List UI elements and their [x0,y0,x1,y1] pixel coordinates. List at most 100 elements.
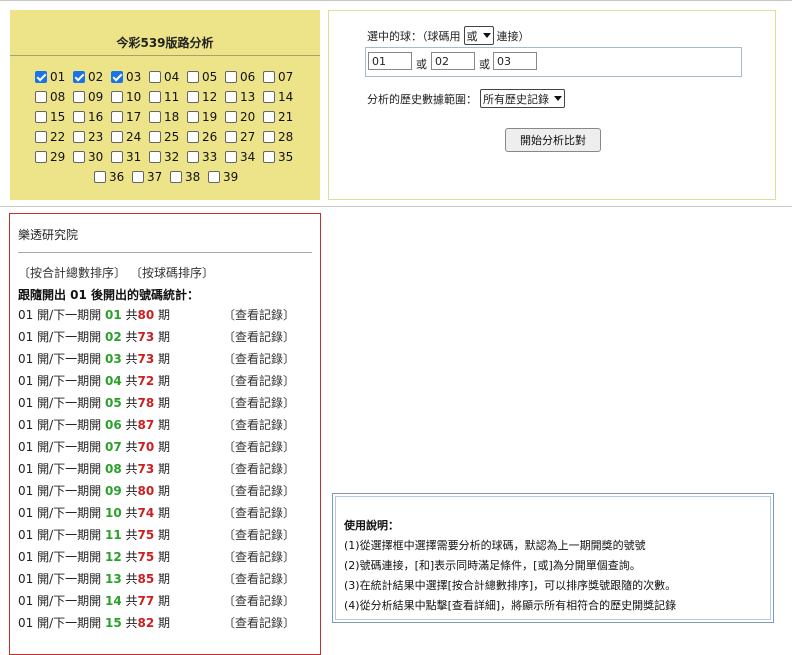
number-checkbox-30[interactable]: 30 [73,150,111,164]
ball-input-2[interactable]: 02 [431,52,475,70]
number-checkbox-20[interactable]: 20 [225,110,263,124]
view-records-link[interactable]: 〔查看記錄〕 [223,306,295,323]
number-checkbox-37[interactable]: 37 [132,170,170,184]
checkbox-unchecked[interactable] [208,171,220,183]
number-checkbox-38[interactable]: 38 [170,170,208,184]
checkbox-unchecked[interactable] [35,111,47,123]
checkbox-unchecked[interactable] [111,131,123,143]
number-checkbox-21[interactable]: 21 [263,110,301,124]
checkbox-unchecked[interactable] [35,91,47,103]
view-records-link[interactable]: 〔查看記錄〕 [223,328,295,345]
view-records-link[interactable]: 〔查看記錄〕 [223,350,295,367]
checkbox-unchecked[interactable] [149,91,161,103]
number-checkbox-22[interactable]: 22 [35,130,73,144]
view-records-link[interactable]: 〔查看記錄〕 [223,614,295,631]
number-checkbox-12[interactable]: 12 [187,90,225,104]
checkbox-unchecked[interactable] [149,71,161,83]
number-checkbox-28[interactable]: 28 [263,130,301,144]
sort-by-number-link[interactable]: 〔按球碼排序〕 [136,266,214,280]
view-records-link[interactable]: 〔查看記錄〕 [223,592,295,609]
checkbox-unchecked[interactable] [263,111,275,123]
number-checkbox-07[interactable]: 07 [263,70,301,84]
number-checkbox-02[interactable]: 02 [73,70,111,84]
view-records-link[interactable]: 〔查看記錄〕 [223,504,295,521]
checkbox-unchecked[interactable] [149,131,161,143]
number-checkbox-39[interactable]: 39 [208,170,246,184]
checkbox-unchecked[interactable] [111,111,123,123]
number-checkbox-24[interactable]: 24 [111,130,149,144]
number-checkbox-11[interactable]: 11 [149,90,187,104]
number-checkbox-15[interactable]: 15 [35,110,73,124]
checkbox-unchecked[interactable] [187,151,199,163]
number-checkbox-10[interactable]: 10 [111,90,149,104]
connector-select[interactable]: 或 [463,26,494,45]
checkbox-unchecked[interactable] [73,131,85,143]
number-checkbox-09[interactable]: 09 [73,90,111,104]
checkbox-unchecked[interactable] [111,91,123,103]
checkbox-unchecked[interactable] [263,71,275,83]
checkbox-unchecked[interactable] [111,151,123,163]
checkbox-unchecked[interactable] [73,111,85,123]
checkbox-checked[interactable] [111,71,123,83]
view-records-link[interactable]: 〔查看記錄〕 [223,394,295,411]
number-checkbox-16[interactable]: 16 [73,110,111,124]
number-checkbox-06[interactable]: 06 [225,70,263,84]
number-checkbox-04[interactable]: 04 [149,70,187,84]
number-checkbox-08[interactable]: 08 [35,90,73,104]
number-checkbox-35[interactable]: 35 [263,150,301,164]
number-checkbox-03[interactable]: 03 [111,70,149,84]
number-checkbox-33[interactable]: 33 [187,150,225,164]
number-checkbox-29[interactable]: 29 [35,150,73,164]
number-checkbox-36[interactable]: 36 [94,170,132,184]
checkbox-unchecked[interactable] [225,91,237,103]
checkbox-unchecked[interactable] [187,71,199,83]
number-checkbox-25[interactable]: 25 [149,130,187,144]
checkbox-unchecked[interactable] [225,131,237,143]
checkbox-unchecked[interactable] [263,91,275,103]
checkbox-unchecked[interactable] [73,151,85,163]
checkbox-unchecked[interactable] [149,151,161,163]
checkbox-unchecked[interactable] [187,131,199,143]
ball-input-3[interactable]: 03 [493,52,537,70]
ball-input-1[interactable]: 01 [368,52,412,70]
number-checkbox-13[interactable]: 13 [225,90,263,104]
checkbox-unchecked[interactable] [263,131,275,143]
checkbox-checked[interactable] [73,71,85,83]
checkbox-unchecked[interactable] [94,171,106,183]
checkbox-unchecked[interactable] [35,131,47,143]
number-checkbox-01[interactable]: 01 [35,70,73,84]
view-records-link[interactable]: 〔查看記錄〕 [223,548,295,565]
sort-by-total-link[interactable]: 〔按合計總數排序〕 [18,266,126,280]
number-checkbox-17[interactable]: 17 [111,110,149,124]
view-records-link[interactable]: 〔查看記錄〕 [223,460,295,477]
view-records-link[interactable]: 〔查看記錄〕 [223,438,295,455]
checkbox-checked[interactable] [35,71,47,83]
checkbox-unchecked[interactable] [263,151,275,163]
checkbox-unchecked[interactable] [225,151,237,163]
view-records-link[interactable]: 〔查看記錄〕 [223,570,295,587]
start-analysis-button[interactable]: 開始分析比對 [505,128,601,152]
checkbox-unchecked[interactable] [73,91,85,103]
checkbox-unchecked[interactable] [225,111,237,123]
number-checkbox-05[interactable]: 05 [187,70,225,84]
checkbox-unchecked[interactable] [187,91,199,103]
view-records-link[interactable]: 〔查看記錄〕 [223,482,295,499]
checkbox-unchecked[interactable] [35,151,47,163]
number-checkbox-27[interactable]: 27 [225,130,263,144]
number-checkbox-26[interactable]: 26 [187,130,225,144]
checkbox-unchecked[interactable] [132,171,144,183]
view-records-link[interactable]: 〔查看記錄〕 [223,372,295,389]
number-checkbox-31[interactable]: 31 [111,150,149,164]
number-checkbox-34[interactable]: 34 [225,150,263,164]
checkbox-unchecked[interactable] [187,111,199,123]
number-checkbox-18[interactable]: 18 [149,110,187,124]
view-records-link[interactable]: 〔查看記錄〕 [223,416,295,433]
checkbox-unchecked[interactable] [149,111,161,123]
number-checkbox-14[interactable]: 14 [263,90,301,104]
range-select[interactable]: 所有歷史記錄 [480,89,565,108]
checkbox-unchecked[interactable] [170,171,182,183]
number-checkbox-32[interactable]: 32 [149,150,187,164]
number-checkbox-23[interactable]: 23 [73,130,111,144]
number-checkbox-19[interactable]: 19 [187,110,225,124]
checkbox-unchecked[interactable] [225,71,237,83]
